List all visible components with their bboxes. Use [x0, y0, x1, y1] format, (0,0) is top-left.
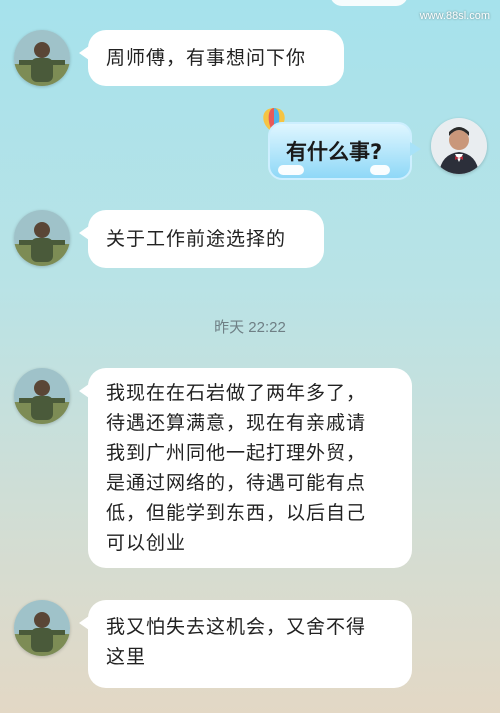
message-text-line: 我又怕失去这机会，又舍不得: [106, 616, 367, 638]
message-timestamp: 昨天 22:22: [214, 319, 286, 336]
cloud-decoration: [278, 165, 304, 175]
message-text-line: 待遇还算满意，现在有亲戚请: [106, 412, 367, 434]
message-text-line: 有什么事?: [286, 140, 383, 164]
contact-avatar[interactable]: [14, 600, 70, 656]
message-bubble-self[interactable]: 有什么事?: [268, 122, 421, 180]
message-text-line: 我到广州同他一起打理外贸，: [106, 442, 367, 464]
message-text-line: 是通过网络的，待遇可能有点: [106, 472, 367, 494]
message-text-line: 我现在在石岩做了两年多了，: [106, 382, 367, 404]
message-text-line: 这里: [106, 646, 147, 668]
self-avatar[interactable]: [431, 118, 487, 174]
message-bubble[interactable]: 我又怕失去这机会，又舍不得 这里: [79, 600, 412, 688]
message-text-line: 可以创业: [106, 532, 187, 554]
contact-avatar[interactable]: [14, 368, 70, 424]
message-bubble[interactable]: 关于工作前途选择的: [79, 210, 324, 268]
message-bubble[interactable]: 周师傅，有事想问下你: [79, 30, 344, 86]
contact-avatar[interactable]: [14, 210, 70, 266]
message-text-line: 关于工作前途选择的: [106, 228, 287, 250]
message-row: 周师傅，有事想问下你: [0, 28, 500, 98]
message-text-line: 低，但能学到东西，以后自己: [106, 502, 367, 524]
watermark: www.88sl.com: [419, 10, 490, 22]
message-row: 有什么事?: [0, 104, 500, 184]
cloud-decoration: [370, 165, 390, 175]
contact-avatar[interactable]: [14, 30, 70, 86]
message-row: 我又怕失去这机会，又舍不得 这里: [0, 598, 500, 694]
message-text-line: 周师傅，有事想问下你: [106, 47, 307, 69]
message-bubble[interactable]: 我现在在石岩做了两年多了， 待遇还算满意，现在有亲戚请 我到广州同他一起打理外贸…: [79, 368, 412, 568]
previous-message-bubble-edge: [330, 0, 408, 6]
message-row: 关于工作前途选择的: [0, 208, 500, 278]
message-row: 我现在在石岩做了两年多了， 待遇还算满意，现在有亲戚请 我到广州同他一起打理外贸…: [0, 366, 500, 576]
